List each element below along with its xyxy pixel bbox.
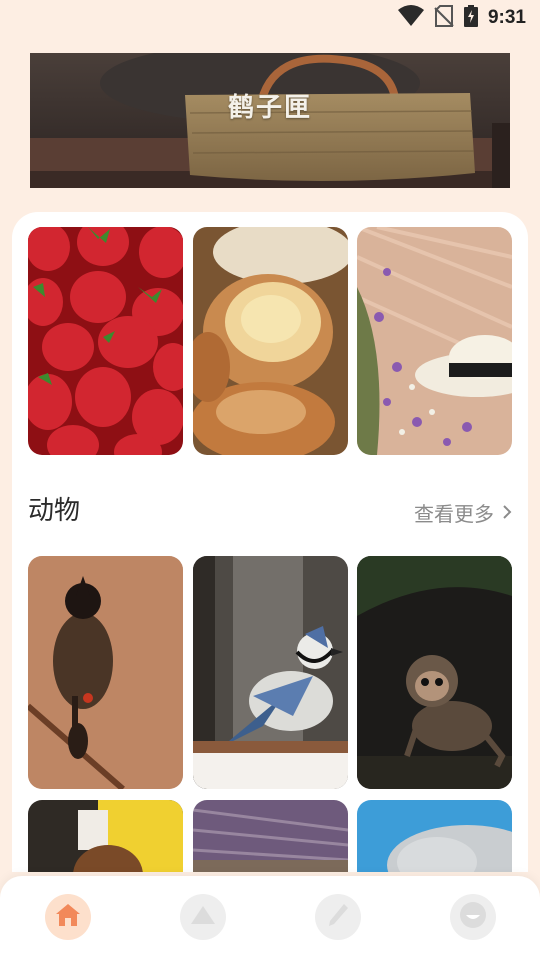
animals-section-header: 动物 查看更多 xyxy=(28,488,512,528)
bread-image xyxy=(193,227,348,455)
mountain-icon xyxy=(189,904,217,930)
animal-tile-yellow[interactable] xyxy=(28,800,183,872)
seal-image xyxy=(357,800,512,872)
wifi-icon xyxy=(397,5,424,31)
animal-tile-grass[interactable] xyxy=(193,800,348,872)
featured-tile-strawberries[interactable] xyxy=(28,227,183,455)
battery-charging-icon xyxy=(463,5,478,31)
smiley-icon xyxy=(459,901,487,933)
animal-tile-bird[interactable] xyxy=(28,556,183,789)
nav-discover[interactable] xyxy=(180,894,226,940)
chevron-right-icon xyxy=(502,501,512,525)
banner[interactable]: 鹤子匣 xyxy=(30,53,510,188)
yellow-flower-image xyxy=(28,800,183,872)
nav-create[interactable] xyxy=(315,894,361,940)
see-more-label: 查看更多 xyxy=(414,502,494,526)
content-card: 动物 查看更多 xyxy=(12,212,528,872)
status-time: 9:31 xyxy=(487,7,526,28)
bottom-nav xyxy=(0,876,540,960)
animal-tile-blue-jay[interactable] xyxy=(193,556,348,789)
section-title: 动物 xyxy=(28,496,81,526)
straw-hat-flowers-image xyxy=(357,227,512,455)
nav-home[interactable] xyxy=(45,894,91,940)
blue-jay-image xyxy=(193,556,348,789)
status-bar: 9:31 xyxy=(0,0,540,36)
bird-image xyxy=(28,556,183,789)
strawberries-image xyxy=(28,227,183,455)
monkey-image xyxy=(357,556,512,789)
featured-tile-bread[interactable] xyxy=(193,227,348,455)
featured-tile-hat[interactable] xyxy=(357,227,512,455)
pen-icon xyxy=(326,902,350,932)
banner-title: 鹤子匣 xyxy=(227,93,312,123)
grass-field-image xyxy=(193,800,348,872)
animal-tile-seal[interactable] xyxy=(357,800,512,872)
nav-profile[interactable] xyxy=(450,894,496,940)
see-more-link[interactable]: 查看更多 xyxy=(414,498,512,527)
home-icon xyxy=(54,902,82,932)
animal-tile-monkey[interactable] xyxy=(357,556,512,789)
no-sim-icon xyxy=(434,5,454,31)
status-icons: 9:31 xyxy=(397,5,526,31)
